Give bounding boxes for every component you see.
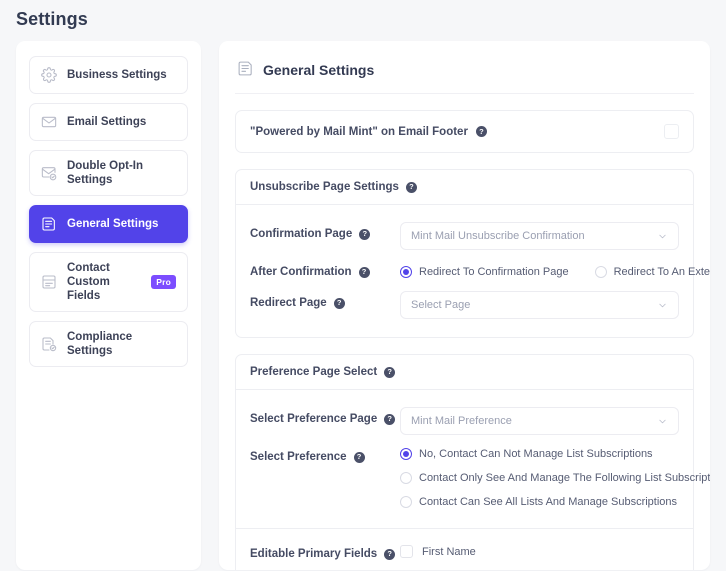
select-value: Mint Mail Preference: [411, 415, 512, 427]
sidebar-item-business-settings[interactable]: Business Settings: [29, 56, 188, 94]
help-icon[interactable]: ?: [384, 548, 396, 560]
redirect-page-select[interactable]: Select Page: [400, 291, 679, 319]
checkbox-indicator: [400, 545, 413, 558]
help-icon[interactable]: ?: [384, 366, 396, 378]
envelope-check-icon: [41, 165, 57, 181]
panel-title: General Settings: [263, 62, 375, 78]
help-icon[interactable]: ?: [333, 297, 345, 309]
redirect-page-row: Redirect Page ? Select Page: [250, 291, 679, 319]
confirmation-page-select[interactable]: Mint Mail Unsubscribe Confirmation: [400, 222, 679, 250]
help-icon[interactable]: ?: [353, 451, 365, 463]
select-preference-row: Select Preference ? No, Contact Can Not …: [250, 448, 710, 508]
select-preference-page-select[interactable]: Mint Mail Preference: [400, 407, 679, 435]
gear-icon: [41, 67, 57, 83]
preference-page-select-card: Preference Page Select ? Select Preferen…: [235, 354, 710, 570]
help-icon[interactable]: ?: [359, 228, 371, 240]
help-icon[interactable]: ?: [384, 413, 396, 425]
unsubscribe-page-settings-card: Unsubscribe Page Settings ? Confirmation…: [235, 169, 710, 338]
page-layout: Business Settings Email Settings Double …: [0, 30, 726, 570]
select-value: Mint Mail Unsubscribe Confirmation: [411, 230, 585, 242]
select-value: Select Page: [411, 299, 471, 311]
sidebar-item-label: Email Settings: [67, 116, 147, 128]
radio-label: Redirect To Confirmation Page: [419, 266, 569, 278]
radio-see-all-lists-manage[interactable]: Contact Can See All Lists And Manage Sub…: [400, 496, 710, 508]
document-lines-icon: [41, 216, 57, 232]
field-label: Redirect Page: [250, 297, 327, 309]
chevron-down-icon: [657, 231, 668, 242]
list-document-icon: [41, 274, 57, 290]
sidebar-item-label: General Settings: [67, 218, 159, 230]
checkbox-label: First Name: [422, 545, 476, 558]
radio-see-manage-following-lists[interactable]: Contact Only See And Manage The Followin…: [400, 472, 710, 484]
field-label: Confirmation Page: [250, 228, 353, 240]
chevron-down-icon: [657, 300, 668, 311]
radio-indicator: [400, 448, 412, 460]
sidebar-item-label: Business Settings: [67, 69, 167, 81]
sidebar-item-label: Contact Custom Fields: [67, 262, 110, 302]
sidebar-item-label: Double Opt-In Settings: [67, 160, 144, 186]
select-preference-page-row: Select Preference Page ? Mint Mail Prefe…: [250, 407, 679, 435]
sidebar-item-label: Compliance Settings: [67, 331, 133, 357]
powered-by-label: "Powered by Mail Mint" on Email Footer: [250, 125, 468, 138]
chevron-down-icon: [657, 416, 668, 427]
panel-header: General Settings: [235, 55, 694, 94]
help-icon[interactable]: ?: [405, 181, 417, 193]
field-label: Select Preference Page: [250, 413, 378, 425]
radio-indicator: [594, 266, 607, 278]
settings-sidebar: Business Settings Email Settings Double …: [16, 41, 201, 570]
field-label: Editable Primary Fields: [250, 548, 378, 560]
radio-no-manage-list-subscriptions[interactable]: No, Contact Can Not Manage List Subscrip…: [400, 448, 710, 460]
confirmation-page-row: Confirmation Page ? Mint Mail Unsubscrib…: [250, 222, 679, 250]
powered-by-checkbox[interactable]: [664, 124, 679, 139]
section-title: Preference Page Select: [250, 366, 378, 378]
field-label: After Confirmation: [250, 266, 352, 278]
radio-indicator: [400, 472, 412, 484]
radio-indicator: [400, 266, 412, 278]
radio-label: No, Contact Can Not Manage List Subscrip…: [419, 448, 653, 460]
radio-indicator: [400, 496, 412, 508]
document-lines-icon: [237, 60, 254, 80]
field-label: Select Preference: [250, 451, 347, 463]
envelope-icon: [41, 114, 57, 130]
general-settings-panel: General Settings "Powered by Mail Mint" …: [219, 41, 710, 570]
sidebar-item-general-settings[interactable]: General Settings: [29, 205, 188, 243]
checkbox-first-name[interactable]: First Name: [400, 545, 679, 558]
sidebar-item-compliance-settings[interactable]: Compliance Settings: [29, 321, 188, 367]
sidebar-item-double-opt-in-settings[interactable]: Double Opt-In Settings: [29, 150, 188, 196]
radio-redirect-confirmation-page[interactable]: Redirect To Confirmation Page: [400, 266, 569, 278]
settings-page: Settings Business Settings Email Setting…: [0, 0, 726, 571]
sidebar-item-email-settings[interactable]: Email Settings: [29, 103, 188, 141]
page-title: Settings: [16, 9, 88, 29]
document-check-icon: [41, 336, 57, 352]
powered-by-card: "Powered by Mail Mint" on Email Footer ?: [235, 110, 694, 153]
editable-primary-fields-row: Editable Primary Fields ? First Name Las…: [250, 545, 679, 570]
sidebar-item-contact-custom-fields[interactable]: Contact Custom Fields Pro: [29, 252, 188, 312]
help-icon[interactable]: ?: [358, 266, 370, 278]
pro-badge: Pro: [151, 275, 176, 289]
after-confirmation-row: After Confirmation ? Redirect To Confirm…: [250, 263, 710, 278]
section-title: Unsubscribe Page Settings: [250, 181, 399, 193]
help-icon[interactable]: ?: [475, 126, 487, 137]
radio-label: Contact Only See And Manage The Followin…: [419, 472, 710, 484]
radio-label: Redirect To An External URL: [613, 266, 710, 278]
radio-redirect-external-url[interactable]: Redirect To An External URL: [594, 266, 710, 278]
radio-label: Contact Can See All Lists And Manage Sub…: [419, 496, 678, 508]
